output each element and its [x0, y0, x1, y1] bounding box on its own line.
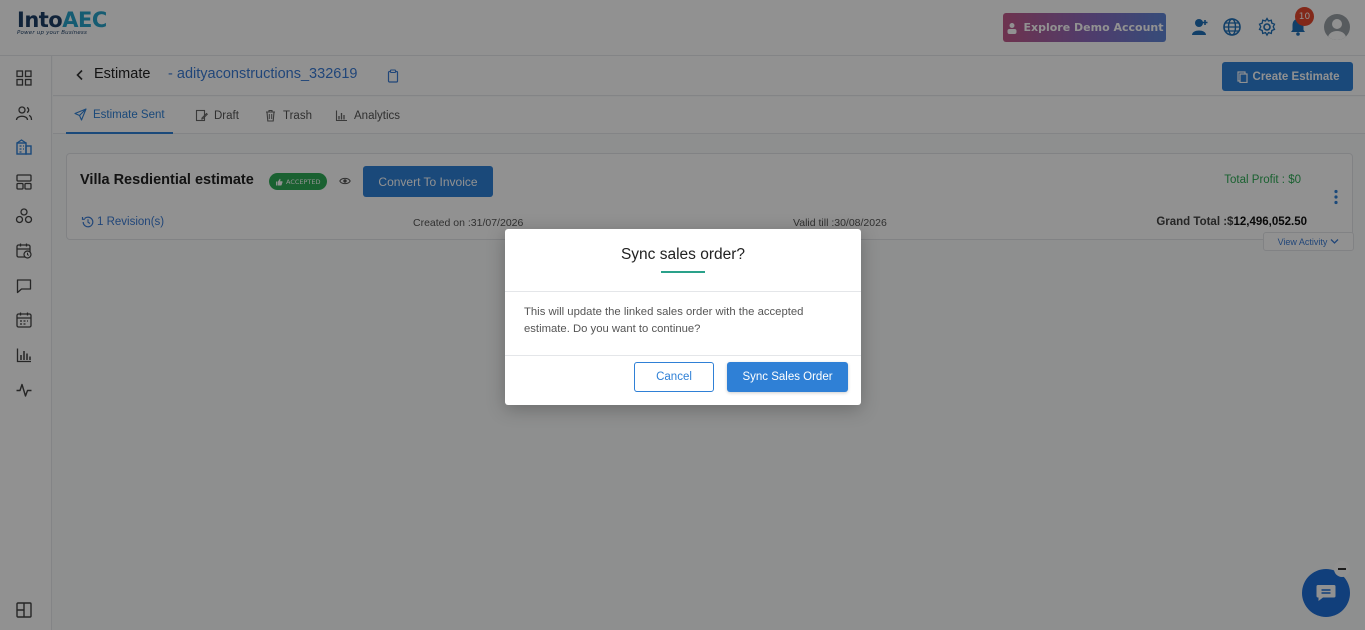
divider	[505, 291, 861, 292]
divider	[505, 355, 861, 356]
sync-sales-order-dialog: Sync sales order? This will update the l…	[505, 229, 861, 405]
dialog-title: Sync sales order?	[620, 246, 746, 263]
dialog-message: This will update the linked sales order …	[524, 306, 804, 335]
title-underline	[661, 271, 705, 273]
cancel-button[interactable]: Cancel	[634, 362, 714, 392]
sync-sales-order-button[interactable]: Sync Sales Order	[727, 362, 848, 392]
